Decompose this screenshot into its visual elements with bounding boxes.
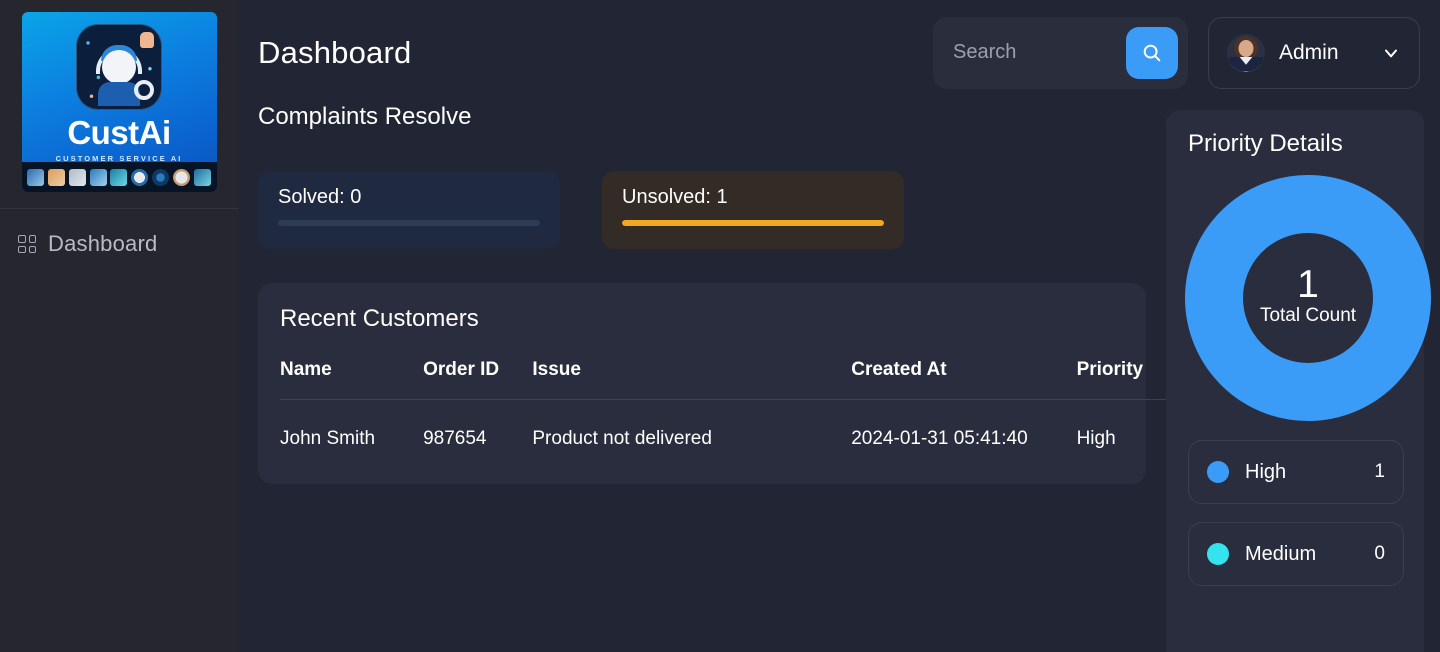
stat-card-unsolved[interactable]: Unsolved: 1 bbox=[602, 171, 904, 249]
stat-card-solved[interactable]: Solved: 0 bbox=[258, 171, 560, 249]
recent-customers-table: Name Order ID Issue Created At Priority … bbox=[280, 359, 1320, 450]
column-header-order-id[interactable]: Order ID bbox=[423, 359, 533, 400]
agent-head-shape bbox=[102, 50, 136, 84]
legend-item-medium[interactable]: Medium 0 bbox=[1188, 522, 1404, 586]
strip-icon-headset-face bbox=[131, 168, 149, 186]
top-bar: Dashboard Admin bbox=[238, 0, 1440, 105]
legend-count-high: 1 bbox=[1374, 461, 1385, 482]
strip-icon-mobile-phone bbox=[68, 168, 86, 186]
donut-center-labels: 1 Total Count bbox=[1184, 262, 1432, 327]
cell-issue: Product not delivered bbox=[532, 428, 712, 449]
sidebar-item-label: Dashboard bbox=[48, 231, 158, 256]
user-menu[interactable]: Admin bbox=[1208, 16, 1420, 89]
stat-card-unsolved-progress-fill bbox=[622, 220, 884, 226]
stat-card-unsolved-label: Unsolved: 1 bbox=[622, 186, 728, 208]
sidebar: CustAi CUSTOMER SERVICE AI Dashboard bbox=[0, 0, 238, 652]
legend-dot-high-icon bbox=[1207, 461, 1229, 483]
left-column: Complaints Resolve Solved: 0 Unsolved: 1 bbox=[258, 103, 1320, 484]
grid-dashboard-icon bbox=[18, 235, 36, 253]
legend-item-high[interactable]: High 1 bbox=[1188, 440, 1404, 504]
column-header-issue[interactable]: Issue bbox=[532, 359, 852, 400]
strip-icon-grid-dots bbox=[110, 168, 128, 186]
search-icon bbox=[1143, 44, 1161, 61]
gear-icon bbox=[134, 80, 154, 100]
hand-icon bbox=[140, 32, 154, 48]
legend-count-medium: 0 bbox=[1374, 543, 1385, 564]
search-button[interactable] bbox=[1126, 26, 1178, 79]
table-row[interactable]: John Smith 987654 Product not delivered … bbox=[280, 400, 1320, 451]
avatar bbox=[1227, 33, 1265, 72]
main-content: Dashboard Admin bbox=[238, 0, 1440, 652]
logo-card: CustAi CUSTOMER SERVICE AI bbox=[21, 12, 217, 192]
strip-icon-envelope bbox=[89, 168, 107, 186]
strip-icon-speech-cluster bbox=[193, 168, 211, 186]
legend-label-medium: Medium bbox=[1245, 542, 1317, 565]
strip-icon-support-agent bbox=[27, 168, 45, 186]
chevron-down-icon[interactable] bbox=[1381, 43, 1401, 63]
strip-icon-eye bbox=[151, 168, 169, 186]
complaint-stat-cards: Solved: 0 Unsolved: 1 bbox=[258, 171, 1168, 249]
cell-name: John Smith bbox=[280, 428, 376, 449]
search-input[interactable] bbox=[953, 41, 1126, 64]
column-header-created-at[interactable]: Created At bbox=[851, 359, 1077, 400]
sidebar-nav: Dashboard bbox=[0, 209, 238, 265]
user-name: Admin bbox=[1279, 40, 1339, 64]
avatar-face-shape bbox=[1238, 39, 1254, 57]
page-title: Dashboard bbox=[258, 34, 412, 70]
strip-icon-avatar bbox=[172, 168, 190, 186]
legend-label-high: High bbox=[1245, 460, 1287, 483]
customer-service-agent-icon bbox=[76, 24, 162, 110]
legend-dot-medium-icon bbox=[1207, 543, 1229, 565]
logo-icon-strip bbox=[21, 162, 217, 192]
sidebar-item-dashboard[interactable]: Dashboard bbox=[0, 223, 238, 265]
donut-total-caption: Total Count bbox=[1259, 305, 1357, 327]
complaints-section-title: Complaints Resolve bbox=[258, 103, 472, 130]
priority-donut-chart[interactable]: 1 Total Count bbox=[1184, 174, 1432, 422]
top-bar-actions: Admin bbox=[933, 16, 1420, 89]
recent-customers-card: Recent Customers Name Order ID Issue Cre… bbox=[258, 283, 1320, 484]
logo-wordmark: CustAi bbox=[67, 114, 171, 151]
recent-customers-title: Recent Customers bbox=[280, 305, 479, 332]
table-header-row: Name Order ID Issue Created At Priority … bbox=[280, 359, 1320, 400]
brand-logo[interactable]: CustAi CUSTOMER SERVICE AI bbox=[0, 0, 238, 192]
priority-details-title: Priority Details bbox=[1188, 130, 1343, 157]
column-header-name[interactable]: Name bbox=[280, 359, 424, 400]
search-box[interactable] bbox=[933, 16, 1188, 89]
priority-details-panel: Priority Details 1 Total Count High 1 Me… bbox=[1166, 110, 1431, 652]
cell-created-at: 2024-01-31 05:41:40 bbox=[851, 428, 1028, 449]
stat-card-unsolved-progress-track bbox=[622, 220, 884, 226]
strip-icon-chat-bubble bbox=[48, 168, 66, 186]
donut-total-value: 1 bbox=[1297, 262, 1319, 306]
cell-order-id: 987654 bbox=[423, 428, 487, 449]
stat-card-solved-label: Solved: 0 bbox=[278, 186, 362, 208]
stat-card-solved-progress-track bbox=[278, 220, 540, 226]
